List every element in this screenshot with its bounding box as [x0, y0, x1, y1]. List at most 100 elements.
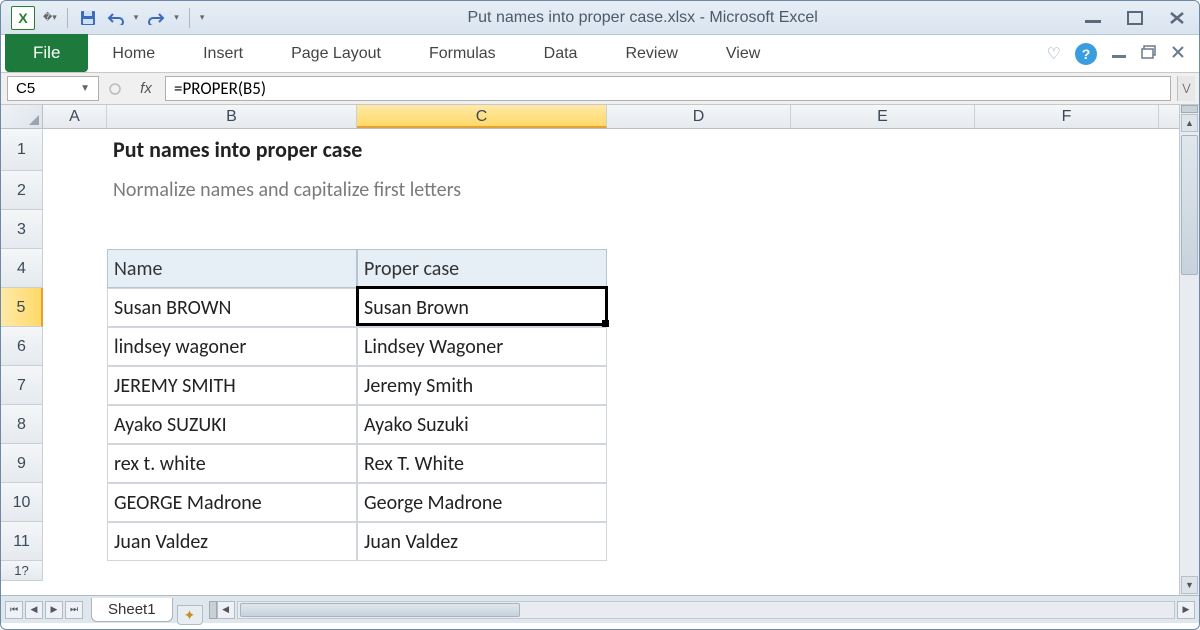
- cell-B9[interactable]: rex t. white: [107, 444, 357, 483]
- cell-E6[interactable]: [791, 327, 975, 366]
- row-header-1[interactable]: 1: [1, 129, 43, 171]
- horizontal-scroll-track[interactable]: [237, 601, 1175, 619]
- cell-B12[interactable]: [107, 561, 357, 581]
- cell-B2[interactable]: Normalize names and capitalize first let…: [107, 171, 907, 210]
- scroll-right-icon[interactable]: ▶: [1177, 601, 1195, 619]
- cell-C5[interactable]: Susan Brown: [357, 288, 607, 327]
- sheet-nav-last-icon[interactable]: ⏭: [65, 601, 83, 619]
- vertical-split-handle[interactable]: [1181, 105, 1198, 113]
- cell-E8[interactable]: [791, 405, 975, 444]
- row-header-6[interactable]: 6: [1, 327, 43, 366]
- workbook-close-icon[interactable]: [1171, 45, 1185, 62]
- cell-D12[interactable]: [607, 561, 791, 581]
- cell-A10[interactable]: [43, 483, 107, 522]
- row-header-4[interactable]: 4: [1, 249, 43, 288]
- col-header-C[interactable]: C: [357, 105, 607, 128]
- row-header-9[interactable]: 9: [1, 444, 43, 483]
- tab-insert[interactable]: Insert: [179, 35, 267, 72]
- tab-data[interactable]: Data: [520, 35, 602, 72]
- col-header-F[interactable]: F: [975, 105, 1159, 128]
- col-header-B[interactable]: B: [107, 105, 357, 128]
- cell-F4[interactable]: [975, 249, 1159, 288]
- sheet-nav-next-icon[interactable]: ▶: [45, 601, 63, 619]
- tab-home[interactable]: Home: [88, 35, 179, 72]
- cell-D10[interactable]: [607, 483, 791, 522]
- row-header-8[interactable]: 8: [1, 405, 43, 444]
- scroll-down-icon[interactable]: ▼: [1181, 576, 1198, 594]
- cell-A4[interactable]: [43, 249, 107, 288]
- cell-A1[interactable]: [43, 129, 107, 171]
- cell-C11[interactable]: Juan Valdez: [357, 522, 607, 561]
- tab-formulas[interactable]: Formulas: [405, 35, 520, 72]
- cell-E11[interactable]: [791, 522, 975, 561]
- cell-E12[interactable]: [791, 561, 975, 581]
- vertical-scroll-track[interactable]: [1180, 133, 1199, 575]
- cell-D6[interactable]: [607, 327, 791, 366]
- fx-icon[interactable]: fx: [129, 73, 163, 104]
- horizontal-scroll-thumb[interactable]: [240, 603, 520, 617]
- cell-A11[interactable]: [43, 522, 107, 561]
- row-header-5[interactable]: 5: [1, 288, 43, 327]
- cell-E10[interactable]: [791, 483, 975, 522]
- horizontal-scrollbar[interactable]: ◀ ▶: [207, 598, 1195, 621]
- cell-E3[interactable]: [791, 210, 975, 249]
- cell-D3[interactable]: [607, 210, 791, 249]
- name-box-dropdown-icon[interactable]: ▼: [80, 83, 90, 94]
- workbook-restore-icon[interactable]: [1141, 45, 1157, 62]
- close-button[interactable]: [1165, 9, 1189, 27]
- name-box[interactable]: C5 ▼: [7, 76, 99, 101]
- cell-A12[interactable]: [43, 561, 107, 581]
- save-icon[interactable]: [78, 8, 98, 28]
- cell-B10[interactable]: GEORGE Madrone: [107, 483, 357, 522]
- cell-A2[interactable]: [43, 171, 107, 210]
- cell-F7[interactable]: [975, 366, 1159, 405]
- cell-D11[interactable]: [607, 522, 791, 561]
- sheet-nav-first-icon[interactable]: ⏮: [5, 601, 23, 619]
- row-header-11[interactable]: 11: [1, 522, 43, 561]
- cell-D9[interactable]: [607, 444, 791, 483]
- cell-F3[interactable]: [975, 210, 1159, 249]
- cell-F9[interactable]: [975, 444, 1159, 483]
- cell-A3[interactable]: [43, 210, 107, 249]
- cell-C4[interactable]: Proper case: [357, 249, 607, 288]
- row-header-3[interactable]: 3: [1, 210, 43, 249]
- cell-C6[interactable]: Lindsey Wagoner: [357, 327, 607, 366]
- cell-E5[interactable]: [791, 288, 975, 327]
- cell-D5[interactable]: [607, 288, 791, 327]
- sheet-tab-sheet1[interactable]: Sheet1: [91, 598, 173, 622]
- cell-D7[interactable]: [607, 366, 791, 405]
- cell-F10[interactable]: [975, 483, 1159, 522]
- col-header-E[interactable]: E: [791, 105, 975, 128]
- cell-E7[interactable]: [791, 366, 975, 405]
- cell-A7[interactable]: [43, 366, 107, 405]
- col-header-A[interactable]: A: [43, 105, 107, 128]
- cell-F11[interactable]: [975, 522, 1159, 561]
- cell-A8[interactable]: [43, 405, 107, 444]
- cell-E4[interactable]: [791, 249, 975, 288]
- vertical-scrollbar[interactable]: ▲ ▼: [1179, 105, 1199, 595]
- vertical-scroll-thumb[interactable]: [1181, 135, 1198, 275]
- cell-B7[interactable]: JEREMY SMITH: [107, 366, 357, 405]
- cell-C12[interactable]: [357, 561, 607, 581]
- tab-view[interactable]: View: [702, 35, 784, 72]
- cell-B3[interactable]: [107, 210, 357, 249]
- cell-D4[interactable]: [607, 249, 791, 288]
- cell-B8[interactable]: Ayako SUZUKI: [107, 405, 357, 444]
- cell-B5[interactable]: Susan BROWN: [107, 288, 357, 327]
- scroll-up-icon[interactable]: ▲: [1181, 114, 1198, 132]
- horizontal-split-handle[interactable]: [209, 601, 217, 619]
- qat-dropdown-icon[interactable]: �▾: [43, 12, 57, 23]
- cell-B1[interactable]: Put names into proper case: [107, 129, 907, 171]
- cell-A9[interactable]: [43, 444, 107, 483]
- cell-C3[interactable]: [357, 210, 607, 249]
- cell-F5[interactable]: [975, 288, 1159, 327]
- tab-file[interactable]: File: [5, 34, 88, 72]
- row-header-10[interactable]: 10: [1, 483, 43, 522]
- cell-B4[interactable]: Name: [107, 249, 357, 288]
- excel-logo-icon[interactable]: X: [11, 6, 35, 30]
- sheet-nav-prev-icon[interactable]: ◀: [25, 601, 43, 619]
- formula-input[interactable]: =PROPER(B5): [165, 76, 1171, 101]
- cell-F6[interactable]: [975, 327, 1159, 366]
- undo-dropdown-icon[interactable]: ▾: [134, 12, 139, 23]
- expand-formula-bar-icon[interactable]: ⋁: [1177, 76, 1195, 101]
